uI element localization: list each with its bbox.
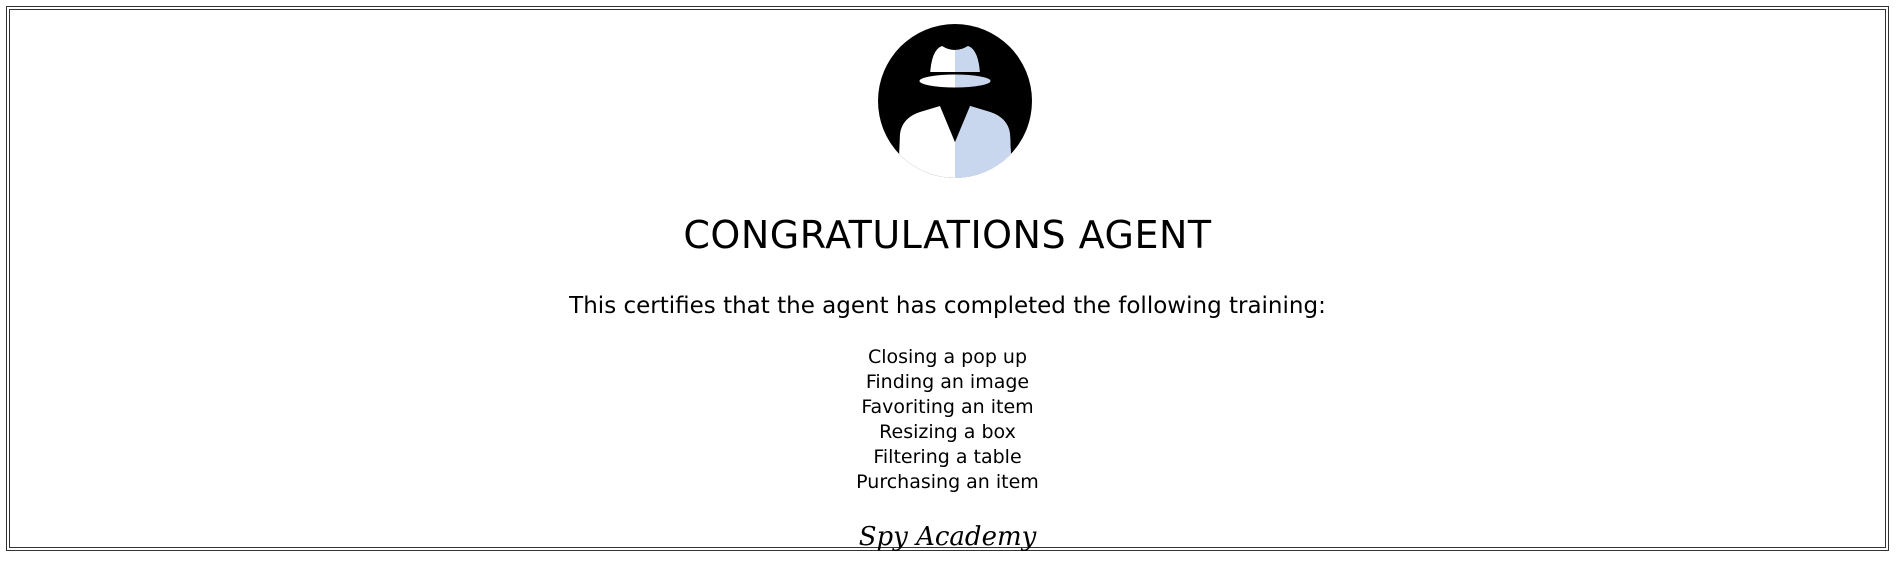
list-item: Purchasing an item: [856, 471, 1039, 493]
certificate-frame: CONGRATULATIONS AGENT This certifies tha…: [6, 6, 1889, 552]
signature: Spy Academy: [858, 522, 1037, 552]
list-item: Closing a pop up: [867, 346, 1028, 368]
list-item: Resizing a box: [879, 421, 1016, 443]
certificate-title: CONGRATULATIONS AGENT: [683, 213, 1212, 257]
certificate-subtitle: This certifies that the agent has comple…: [569, 293, 1326, 319]
training-list: Closing a pop up Finding an image Favori…: [10, 345, 1885, 495]
list-item: Finding an image: [865, 371, 1030, 393]
list-item: Favoriting an item: [861, 396, 1034, 418]
spy-agent-icon: [876, 22, 1034, 180]
list-item: Filtering a table: [873, 446, 1022, 468]
